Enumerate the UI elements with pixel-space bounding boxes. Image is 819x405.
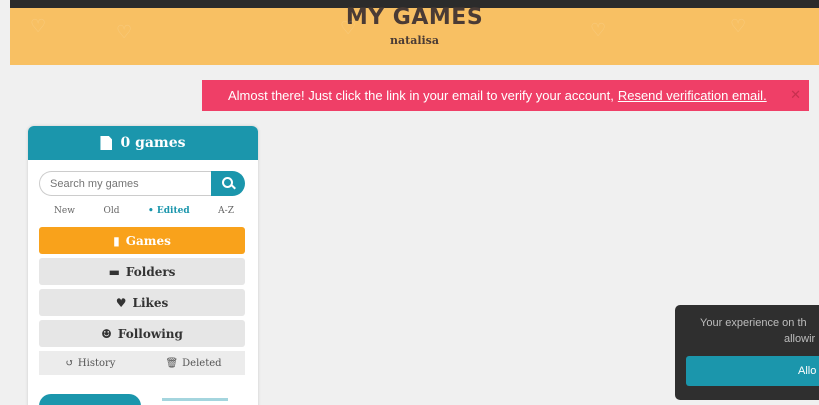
nav-following-button[interactable]: ☻ Following: [39, 320, 245, 347]
resend-verification-link[interactable]: Resend verification email.: [618, 88, 767, 103]
heart-doodle-icon: ♡: [116, 22, 133, 43]
cookie-consent-banner: Your experience on th allowir Allo: [675, 305, 819, 400]
games-sidebar: 0 games New Old • Edited A-Z ▮ Games ▬ F…: [28, 126, 258, 405]
nav-folders-label: Folders: [125, 264, 176, 279]
users-icon: ☻: [101, 326, 112, 341]
heart-doodle-icon: ♡: [340, 18, 357, 39]
close-icon[interactable]: ✕: [790, 87, 801, 103]
sort-a-z[interactable]: A-Z: [218, 206, 234, 216]
nav-folders-button[interactable]: ▬ Folders: [39, 258, 245, 285]
deleted-label: Deleted: [182, 357, 222, 369]
heart-doodle-icon: ♡: [730, 16, 747, 37]
nav-likes-button[interactable]: ♥ Likes: [39, 289, 245, 316]
document-icon: ▮: [113, 233, 120, 248]
heart-doodle-icon: ♡: [30, 16, 47, 37]
games-count: 0 games: [120, 135, 186, 151]
trash-icon: 🗑: [165, 357, 179, 369]
sort-new[interactable]: New: [54, 206, 75, 216]
history-button[interactable]: ↺ History: [39, 351, 142, 375]
heart-doodle-icon: ♡: [590, 20, 607, 41]
alert-message: Almost there! Just click the link in you…: [228, 88, 614, 103]
allow-cookies-button[interactable]: Allo: [686, 356, 819, 386]
search-box: [39, 171, 245, 196]
sort-options: New Old • Edited A-Z: [54, 206, 234, 216]
games-count-header: 0 games: [28, 126, 258, 160]
secondary-action[interactable]: [162, 398, 228, 405]
nav-games-button[interactable]: ▮ Games: [39, 227, 245, 254]
history-icon: ↺: [65, 357, 74, 369]
document-icon: [100, 136, 113, 150]
verification-alert: Almost there! Just click the link in you…: [202, 80, 809, 111]
heart-icon: ♥: [115, 295, 127, 310]
create-button[interactable]: [39, 394, 141, 405]
history-deleted-row: ↺ History 🗑 Deleted: [39, 351, 245, 375]
folder-icon: ▬: [108, 264, 120, 279]
deleted-button[interactable]: 🗑 Deleted: [142, 351, 245, 375]
search-input[interactable]: [39, 171, 213, 196]
sort-old[interactable]: Old: [103, 206, 119, 216]
cookie-message-line1: Your experience on th: [700, 317, 807, 329]
cookie-message-line2: allowir: [784, 333, 816, 345]
page-header: ♡ ♡ ♡ ♡ ♡ MY GAMES natalisa: [10, 5, 819, 65]
nav-games-label: Games: [125, 233, 171, 248]
sort-edited[interactable]: • Edited: [148, 206, 190, 216]
nav-following-label: Following: [117, 326, 183, 341]
nav-likes-label: Likes: [132, 295, 169, 310]
search-button[interactable]: [211, 171, 245, 196]
history-label: History: [77, 357, 116, 369]
